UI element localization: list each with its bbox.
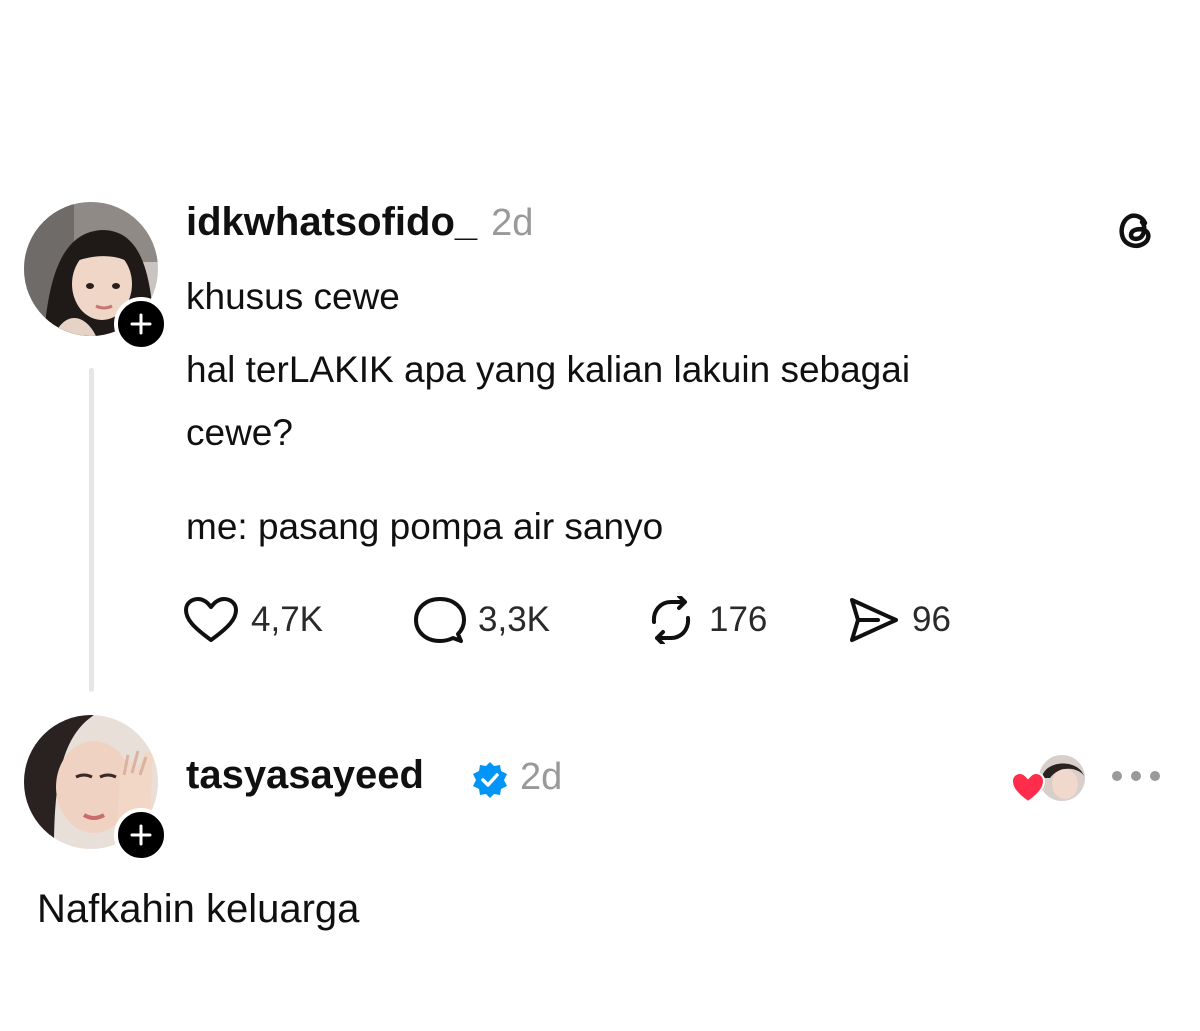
like-button[interactable]: 4,7K (183, 596, 323, 644)
reply-follow-button[interactable] (114, 808, 168, 862)
post-line-4: me: pasang pompa air sanyo (186, 506, 664, 547)
post-line-2: hal terLAKIK apa yang kalian lakuin seba… (186, 349, 911, 390)
share-icon (850, 598, 898, 642)
like-count: 4,7K (251, 600, 323, 639)
post-time: 2d (491, 202, 534, 244)
follow-plus-icon (130, 824, 152, 846)
repost-count: 176 (709, 600, 768, 639)
reply-count: 3,3K (478, 600, 550, 639)
thread-connector-line (89, 368, 94, 692)
reply-username[interactable]: tasyasayeed (186, 753, 424, 798)
reply-header: tasyasayeed (186, 753, 424, 798)
post-line-3: cewe? (186, 412, 293, 453)
post-header: idkwhatsofido_ 2d (186, 200, 533, 245)
repost-icon (651, 596, 691, 644)
liked-by-author-icon (1010, 753, 1087, 804)
heart-icon (184, 597, 238, 642)
share-count: 96 (912, 600, 951, 639)
follow-plus-icon (130, 313, 152, 335)
author-username[interactable]: idkwhatsofido_ (186, 200, 477, 245)
comment-icon (414, 597, 466, 643)
threads-logo-icon[interactable] (1112, 205, 1162, 255)
reply-button[interactable]: 3,3K (414, 596, 550, 644)
reply-time: 2d (520, 756, 563, 798)
more-options-icon[interactable] (1110, 768, 1162, 784)
follow-button[interactable] (114, 297, 168, 351)
post-line-1: khusus cewe (186, 276, 400, 317)
repost-button[interactable]: 176 (645, 596, 767, 644)
share-button[interactable]: 96 (848, 596, 951, 644)
verified-badge-icon (473, 762, 507, 798)
reply-text: Nafkahin keluarga (37, 887, 360, 931)
